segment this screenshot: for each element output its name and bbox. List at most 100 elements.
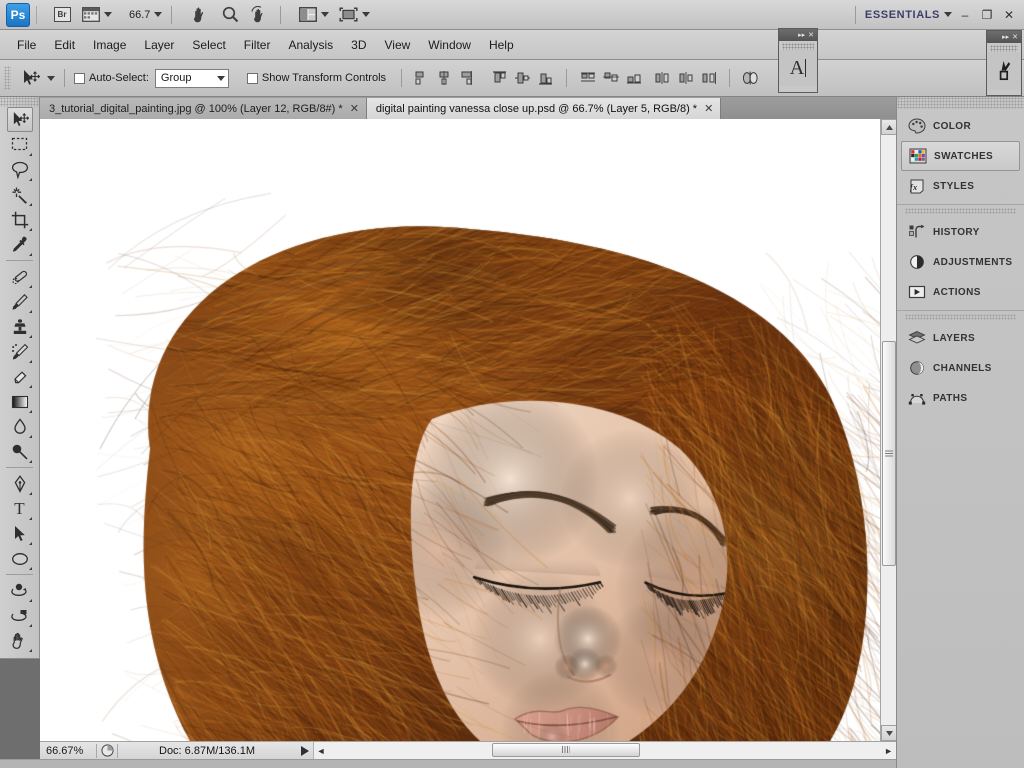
clone-stamp-tool[interactable]	[7, 314, 33, 339]
scroll-up-button[interactable]	[881, 119, 897, 135]
align-bottom-edges-button[interactable]	[536, 69, 555, 88]
arrange-documents-button[interactable]	[298, 4, 330, 26]
ellipse-shape-tool[interactable]	[7, 546, 33, 571]
brushes-panel-button[interactable]	[987, 52, 1021, 90]
options-bar-grip[interactable]	[4, 66, 11, 90]
panel-tab-paths[interactable]: PATHS	[901, 383, 1020, 413]
distribute-left-edges-button[interactable]	[653, 69, 672, 88]
menu-filter[interactable]: Filter	[235, 35, 280, 55]
dodge-tool[interactable]	[7, 439, 33, 464]
distribute-right-edges-button[interactable]	[699, 69, 718, 88]
brush-tool[interactable]	[7, 289, 33, 314]
close-icon[interactable]: ✕	[808, 32, 814, 39]
horizontal-scroll-thumb[interactable]	[492, 743, 640, 757]
crop-tool[interactable]	[7, 207, 33, 232]
menu-window[interactable]: Window	[419, 35, 480, 55]
gradient-tool[interactable]	[7, 389, 33, 414]
distribute-top-edges-button[interactable]	[578, 69, 597, 88]
document-canvas[interactable]	[40, 119, 896, 741]
character-panel-collapsed[interactable]: ▸▸ ✕ A	[778, 28, 818, 93]
magic-wand-tool[interactable]	[7, 182, 33, 207]
3d-orbit-camera-tool[interactable]	[7, 603, 33, 628]
status-menu-arrow-icon[interactable]	[296, 746, 313, 756]
close-icon[interactable]: ✕	[350, 102, 359, 115]
scroll-right-button[interactable]: ►	[884, 746, 893, 756]
align-left-edges-button[interactable]	[413, 69, 432, 88]
view-extras-button[interactable]	[81, 4, 113, 26]
mini-panel-header[interactable]: ▸▸ ✕	[779, 29, 817, 41]
panel-tab-color[interactable]: COLOR	[901, 111, 1020, 141]
menu-3d[interactable]: 3D	[342, 35, 375, 55]
dock-grip[interactable]	[897, 97, 1024, 109]
panel-tab-layers[interactable]: LAYERS	[901, 323, 1020, 353]
distribute-horizontal-centers-button[interactable]	[676, 69, 695, 88]
panel-grip[interactable]	[990, 45, 1018, 52]
auto-align-layers-button[interactable]	[741, 69, 760, 88]
rotate-view-tool-button[interactable]	[249, 4, 271, 26]
history-brush-tool[interactable]	[7, 339, 33, 364]
panel-tab-channels[interactable]: CHANNELS	[901, 353, 1020, 383]
document-tab-2[interactable]: digital painting vanessa close up.psd @ …	[367, 98, 721, 119]
pen-tool[interactable]	[7, 471, 33, 496]
zoom-tool-button[interactable]	[219, 4, 241, 26]
panel-grip[interactable]	[782, 43, 814, 50]
hand-tool[interactable]	[7, 628, 33, 653]
scroll-down-button[interactable]	[881, 725, 897, 741]
align-vertical-centers-button[interactable]	[513, 69, 532, 88]
panel-tab-history[interactable]: HISTORY	[901, 217, 1020, 247]
canvas-vertical-scrollbar[interactable]	[880, 119, 896, 741]
menu-analysis[interactable]: Analysis	[279, 35, 342, 55]
menu-image[interactable]: Image	[84, 35, 135, 55]
canvas-horizontal-scrollbar[interactable]: ◄ ►	[313, 742, 896, 760]
menu-help[interactable]: Help	[480, 35, 523, 55]
blur-tool[interactable]	[7, 414, 33, 439]
align-top-edges-button[interactable]	[490, 69, 509, 88]
hand-tool-button[interactable]	[189, 4, 211, 26]
distribute-vertical-centers-button[interactable]	[601, 69, 620, 88]
launch-bridge-button[interactable]: Br	[51, 4, 73, 26]
current-tool-preset[interactable]	[17, 66, 43, 90]
workspace-switcher[interactable]: ESSENTIALS	[865, 9, 952, 21]
menu-select[interactable]: Select	[183, 35, 234, 55]
lasso-tool[interactable]	[7, 157, 33, 182]
brushes-panel-collapsed[interactable]: ▸▸ ✕	[986, 30, 1022, 96]
zoom-level-field[interactable]: 66.7	[129, 9, 162, 21]
close-icon[interactable]: ✕	[704, 102, 713, 115]
align-horizontal-centers-button[interactable]	[436, 69, 455, 88]
align-right-edges-button[interactable]	[459, 69, 478, 88]
expand-panel-icon[interactable]: ▸▸	[798, 32, 805, 39]
mini-panel-header[interactable]: ▸▸ ✕	[987, 31, 1021, 43]
horizontal-type-tool[interactable]: T	[7, 496, 33, 521]
panel-tab-swatches[interactable]: SWATCHES	[901, 141, 1020, 171]
auto-select-scope-dropdown[interactable]: Group	[155, 69, 229, 88]
dock-group-grip[interactable]	[905, 314, 1016, 320]
eyedropper-tool[interactable]	[7, 232, 33, 257]
vertical-scroll-thumb[interactable]	[882, 341, 896, 566]
panel-tab-actions[interactable]: ACTIONS	[901, 277, 1020, 307]
menu-view[interactable]: View	[375, 35, 419, 55]
show-transform-controls-checkbox[interactable]	[247, 73, 258, 84]
close-button[interactable]: ✕	[998, 5, 1020, 25]
artwork-image[interactable]	[40, 119, 896, 741]
auto-select-checkbox[interactable]	[74, 73, 85, 84]
panel-tab-adjustments[interactable]: ADJUSTMENTS	[901, 247, 1020, 277]
character-panel-button[interactable]: A	[779, 50, 817, 86]
menu-layer[interactable]: Layer	[135, 35, 183, 55]
restore-button[interactable]: ❐	[976, 5, 998, 25]
scroll-left-button[interactable]: ◄	[314, 746, 328, 756]
chevron-down-icon[interactable]	[47, 76, 55, 81]
document-tab-1[interactable]: 3_tutorial_digital_painting.jpg @ 100% (…	[40, 98, 367, 119]
move-tool[interactable]	[7, 107, 33, 132]
toolbox-grip[interactable]	[0, 97, 39, 107]
status-zoom-level[interactable]: 66.67%	[40, 745, 96, 757]
screen-mode-button[interactable]	[338, 4, 371, 26]
dock-group-grip[interactable]	[905, 208, 1016, 214]
healing-brush-tool[interactable]	[7, 264, 33, 289]
rectangular-marquee-tool[interactable]	[7, 132, 33, 157]
menu-file[interactable]: File	[8, 35, 45, 55]
close-icon[interactable]: ✕	[1012, 34, 1018, 41]
menu-edit[interactable]: Edit	[45, 35, 84, 55]
3d-rotate-tool[interactable]	[7, 578, 33, 603]
path-selection-tool[interactable]	[7, 521, 33, 546]
distribute-bottom-edges-button[interactable]	[624, 69, 643, 88]
